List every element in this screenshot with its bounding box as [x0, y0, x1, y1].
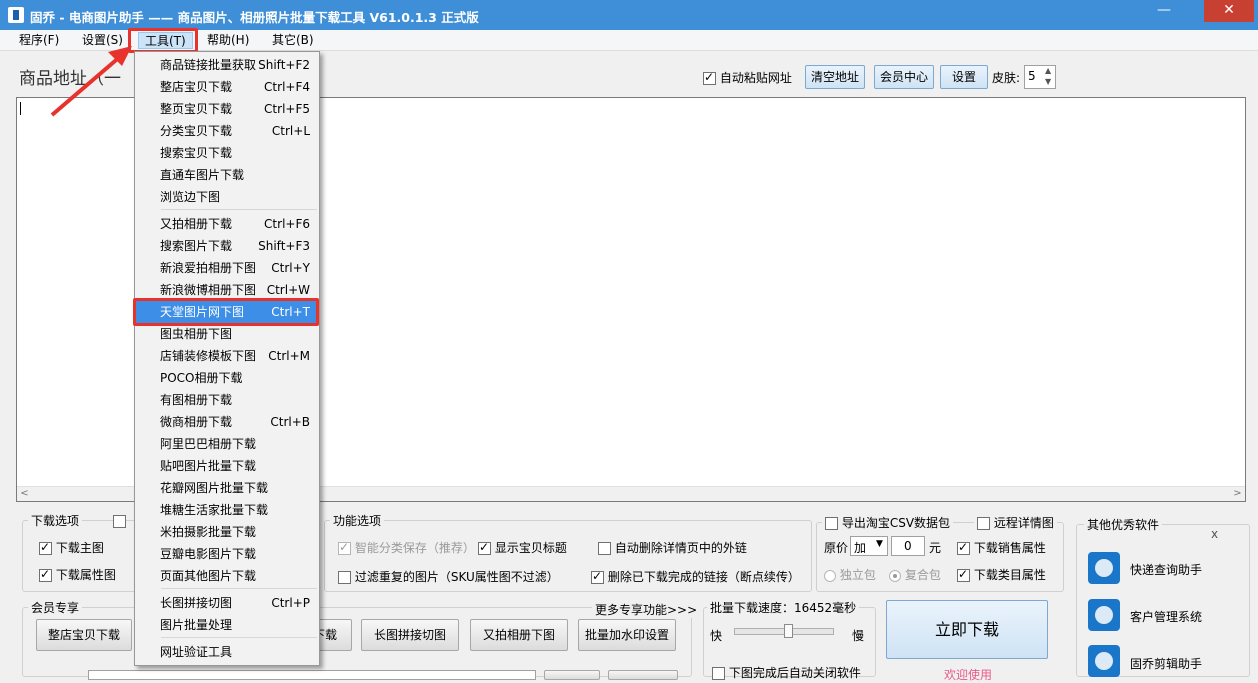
menu-item-shortcut: Shift+F2	[258, 58, 310, 72]
menu-item-shortcut: Ctrl+Y	[271, 261, 310, 275]
tools-menu-item[interactable]: 豆瓣电影图片下载	[136, 543, 318, 565]
menu-item-label: 网址验证工具	[160, 645, 233, 659]
tools-menu-item[interactable]: 店铺装修模板下图 Ctrl+M	[136, 345, 318, 367]
menu-item-shortcut: Ctrl+F4	[264, 80, 310, 94]
menu-item-label: 图虫相册下图	[160, 327, 233, 341]
menu-item-label: 整页宝贝下载	[160, 102, 233, 116]
tools-menu-item[interactable]: 阿里巴巴相册下载	[136, 433, 318, 455]
tools-menu-item[interactable]: 新浪爱拍相册下图 Ctrl+Y	[136, 257, 318, 279]
menu-item-shortcut: Ctrl+M	[268, 349, 310, 363]
menu-item-shortcut: Ctrl+B	[270, 415, 310, 429]
menu-item-label: 整店宝贝下载	[160, 80, 233, 94]
menu-item-shortcut: Ctrl+L	[271, 124, 310, 138]
tools-menu-item[interactable]: 贴吧图片批量下载	[136, 455, 318, 477]
menu-item-shortcut: Shift+F3	[258, 239, 310, 253]
tools-menu-item[interactable]: 图虫相册下图	[136, 323, 318, 345]
tools-menu-item[interactable]: 米拍摄影批量下载	[136, 521, 318, 543]
tools-menu-item[interactable]: 图片批量处理	[136, 614, 318, 636]
tools-dropdown-menu: 商品链接批量获取 Shift+F2 整店宝贝下载 Ctrl+F4 整页宝贝下载 Ctrl+…	[134, 51, 320, 666]
annotation-box-selected-item	[133, 298, 319, 326]
menu-item-label: 米拍摄影批量下载	[160, 525, 257, 539]
menu-item-label: 新浪爱拍相册下图	[160, 261, 257, 275]
menu-item-label: 图片批量处理	[160, 618, 233, 632]
menu-separator	[161, 637, 317, 638]
menu-item-label: 阿里巴巴相册下载	[160, 437, 257, 451]
menu-item-label: 搜索宝贝下载	[160, 146, 233, 160]
tools-menu-item[interactable]: 整店宝贝下载 Ctrl+F4	[136, 76, 318, 98]
menu-separator	[161, 209, 317, 210]
tools-menu-item[interactable]: 又拍相册下载 Ctrl+F6	[136, 213, 318, 235]
menu-item-label: 微商相册下载	[160, 415, 233, 429]
tools-menu-item[interactable]: 花瓣网图片批量下载	[136, 477, 318, 499]
menu-item-label: 豆瓣电影图片下载	[160, 547, 257, 561]
tools-menu-item[interactable]: 搜索图片下载 Shift+F3	[136, 235, 318, 257]
menu-item-label: 店铺装修模板下图	[160, 349, 257, 363]
tools-menu-item[interactable]: 直通车图片下载	[136, 164, 318, 186]
menu-item-label: 贴吧图片批量下载	[160, 459, 257, 473]
tools-menu-item[interactable]: 网址验证工具	[136, 641, 318, 663]
menu-item-label: 浏览边下图	[160, 190, 221, 204]
menu-item-label: 页面其他图片下载	[160, 569, 257, 583]
menu-item-label: 搜索图片下载	[160, 239, 233, 253]
menu-item-label: POCO相册下载	[160, 371, 243, 385]
menu-item-label: 分类宝贝下载	[160, 124, 233, 138]
tools-menu-item[interactable]: 有图相册下载	[136, 389, 318, 411]
tools-menu-item[interactable]: 微商相册下载 Ctrl+B	[136, 411, 318, 433]
tools-menu-item[interactable]: 堆糖生活家批量下载	[136, 499, 318, 521]
annotation-arrow-to-menu	[50, 53, 124, 117]
menu-item-shortcut: Ctrl+F5	[264, 102, 310, 116]
tools-menu-item[interactable]: 长图拼接切图 Ctrl+P	[136, 592, 318, 614]
menu-item-shortcut: Ctrl+F6	[264, 217, 310, 231]
tools-menu-item[interactable]: 商品链接批量获取 Shift+F2	[136, 54, 318, 76]
menu-item-label: 长图拼接切图	[160, 596, 233, 610]
menu-item-label: 花瓣网图片批量下载	[160, 481, 269, 495]
tools-menu-item[interactable]: 页面其他图片下载	[136, 565, 318, 587]
menu-item-label: 商品链接批量获取	[160, 58, 257, 72]
tools-menu-item[interactable]: 浏览边下图	[136, 186, 318, 208]
menu-separator	[161, 588, 317, 589]
menu-item-shortcut: Ctrl+P	[271, 596, 310, 610]
tools-menu-item[interactable]: 搜索宝贝下载	[136, 142, 318, 164]
tools-menu-item[interactable]: 整页宝贝下载 Ctrl+F5	[136, 98, 318, 120]
menu-item-label: 又拍相册下载	[160, 217, 233, 231]
tools-menu-item[interactable]: 分类宝贝下载 Ctrl+L	[136, 120, 318, 142]
menu-item-label: 有图相册下载	[160, 393, 233, 407]
menu-item-label: 直通车图片下载	[160, 168, 245, 182]
menu-item-label: 堆糖生活家批量下载	[160, 503, 269, 517]
tools-menu-item[interactable]: POCO相册下载	[136, 367, 318, 389]
